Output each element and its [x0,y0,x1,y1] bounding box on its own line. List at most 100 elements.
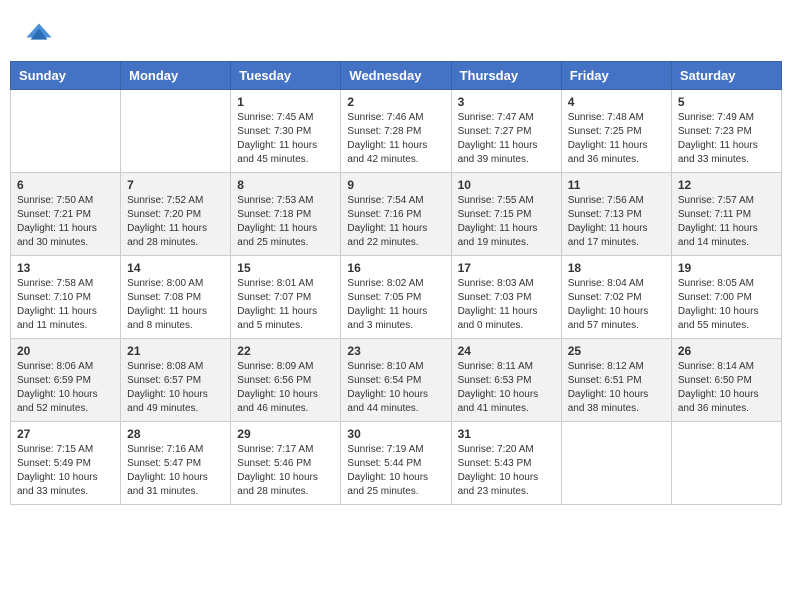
day-info: Sunrise: 7:53 AMSunset: 7:18 PMDaylight:… [237,194,334,250]
logo [25,20,57,48]
day-number: 18 [568,261,665,275]
day-info: Sunrise: 8:03 AMSunset: 7:03 PMDaylight:… [458,277,555,333]
day-info: Sunrise: 8:11 AMSunset: 6:53 PMDaylight:… [458,360,555,416]
calendar-cell: 13 Sunrise: 7:58 AMSunset: 7:10 PMDayligh… [11,256,121,339]
day-info: Sunrise: 7:19 AMSunset: 5:44 PMDaylight:… [347,443,444,499]
day-number: 22 [237,344,334,358]
calendar-cell: 4 Sunrise: 7:48 AMSunset: 7:25 PMDaylight… [561,90,671,173]
day-number: 30 [347,427,444,441]
calendar-cell: 12 Sunrise: 7:57 AMSunset: 7:11 PMDayligh… [671,173,781,256]
calendar-cell: 5Sunrise: 7:49 AMSunset: 7:23 PMDaylight… [671,90,781,173]
calendar-cell: 20 Sunrise: 8:06 AMSunset: 6:59 PMDayligh… [11,339,121,422]
day-info: Sunrise: 7:15 AMSunset: 5:49 PMDaylight:… [17,443,114,499]
day-info: Sunrise: 8:05 AMSunset: 7:00 PMDaylight:… [678,277,775,333]
day-number: 23 [347,344,444,358]
day-number: 31 [458,427,555,441]
day-number: 25 [568,344,665,358]
day-info: Sunrise: 8:12 AMSunset: 6:51 PMDaylight:… [568,360,665,416]
calendar-table: SundayMondayTuesdayWednesdayThursdayFrid… [10,61,782,505]
day-info: Sunrise: 8:14 AMSunset: 6:50 PMDaylight:… [678,360,775,416]
day-info: Sunrise: 7:20 AMSunset: 5:43 PMDaylight:… [458,443,555,499]
day-number: 27 [17,427,114,441]
calendar-header-saturday: Saturday [671,62,781,90]
day-number: 17 [458,261,555,275]
calendar-week-row: 1 Sunrise: 7:45 AMSunset: 7:30 PMDaylight… [11,90,782,173]
day-info: Sunrise: 8:01 AMSunset: 7:07 PMDaylight:… [237,277,334,333]
day-number: 12 [678,178,775,192]
calendar-cell: 22 Sunrise: 8:09 AMSunset: 6:56 PMDayligh… [231,339,341,422]
day-number: 29 [237,427,334,441]
day-number: 19 [678,261,775,275]
calendar-cell: 11 Sunrise: 7:56 AMSunset: 7:13 PMDayligh… [561,173,671,256]
day-number: 21 [127,344,224,358]
day-info: Sunrise: 8:09 AMSunset: 6:56 PMDaylight:… [237,360,334,416]
day-number: 28 [127,427,224,441]
calendar-cell: 25 Sunrise: 8:12 AMSunset: 6:51 PMDayligh… [561,339,671,422]
day-number: 3 [458,95,555,109]
calendar-cell: 31 Sunrise: 7:20 AMSunset: 5:43 PMDayligh… [451,422,561,505]
day-info: Sunrise: 7:50 AMSunset: 7:21 PMDaylight:… [17,194,114,250]
day-info: Sunrise: 8:02 AMSunset: 7:05 PMDaylight:… [347,277,444,333]
day-number: 6 [17,178,114,192]
day-info: Sunrise: 8:00 AMSunset: 7:08 PMDaylight:… [127,277,224,333]
calendar-cell: 29 Sunrise: 7:17 AMSunset: 5:46 PMDayligh… [231,422,341,505]
day-info: Sunrise: 7:54 AMSunset: 7:16 PMDaylight:… [347,194,444,250]
calendar-cell: 21 Sunrise: 8:08 AMSunset: 6:57 PMDayligh… [121,339,231,422]
calendar-week-row: 13 Sunrise: 7:58 AMSunset: 7:10 PMDayligh… [11,256,782,339]
calendar-cell [11,90,121,173]
day-info: Sunrise: 7:47 AMSunset: 7:27 PMDaylight:… [458,111,555,167]
calendar-cell [561,422,671,505]
day-number: 14 [127,261,224,275]
calendar-cell: 19 Sunrise: 8:05 AMSunset: 7:00 PMDayligh… [671,256,781,339]
day-info: Sunrise: 7:49 AMSunset: 7:23 PMDaylight:… [678,111,775,167]
day-number: 4 [568,95,665,109]
day-number: 9 [347,178,444,192]
day-number: 20 [17,344,114,358]
calendar-cell: 1 Sunrise: 7:45 AMSunset: 7:30 PMDaylight… [231,90,341,173]
calendar-cell: 30 Sunrise: 7:19 AMSunset: 5:44 PMDayligh… [341,422,451,505]
day-number: 1 [237,95,334,109]
calendar-week-row: 27 Sunrise: 7:15 AMSunset: 5:49 PMDayligh… [11,422,782,505]
calendar-cell: 14 Sunrise: 8:00 AMSunset: 7:08 PMDayligh… [121,256,231,339]
calendar-week-row: 6 Sunrise: 7:50 AMSunset: 7:21 PMDaylight… [11,173,782,256]
calendar-cell: 9 Sunrise: 7:54 AMSunset: 7:16 PMDaylight… [341,173,451,256]
day-info: Sunrise: 7:56 AMSunset: 7:13 PMDaylight:… [568,194,665,250]
calendar-header-monday: Monday [121,62,231,90]
day-number: 26 [678,344,775,358]
day-info: Sunrise: 7:46 AMSunset: 7:28 PMDaylight:… [347,111,444,167]
day-info: Sunrise: 7:17 AMSunset: 5:46 PMDaylight:… [237,443,334,499]
day-info: Sunrise: 8:08 AMSunset: 6:57 PMDaylight:… [127,360,224,416]
calendar-cell: 16 Sunrise: 8:02 AMSunset: 7:05 PMDayligh… [341,256,451,339]
calendar-cell: 18 Sunrise: 8:04 AMSunset: 7:02 PMDayligh… [561,256,671,339]
calendar-header-tuesday: Tuesday [231,62,341,90]
day-number: 15 [237,261,334,275]
calendar-cell: 8Sunrise: 7:53 AMSunset: 7:18 PMDaylight… [231,173,341,256]
day-number: 13 [17,261,114,275]
day-info: Sunrise: 8:06 AMSunset: 6:59 PMDaylight:… [17,360,114,416]
calendar-cell: 15 Sunrise: 8:01 AMSunset: 7:07 PMDayligh… [231,256,341,339]
day-info: Sunrise: 7:57 AMSunset: 7:11 PMDaylight:… [678,194,775,250]
calendar-cell: 3 Sunrise: 7:47 AMSunset: 7:27 PMDaylight… [451,90,561,173]
day-number: 10 [458,178,555,192]
calendar-cell: 10 Sunrise: 7:55 AMSunset: 7:15 PMDayligh… [451,173,561,256]
day-number: 24 [458,344,555,358]
day-info: Sunrise: 8:04 AMSunset: 7:02 PMDaylight:… [568,277,665,333]
day-info: Sunrise: 7:55 AMSunset: 7:15 PMDaylight:… [458,194,555,250]
calendar-cell: 2 Sunrise: 7:46 AMSunset: 7:28 PMDaylight… [341,90,451,173]
day-number: 16 [347,261,444,275]
day-number: 2 [347,95,444,109]
day-info: Sunrise: 7:58 AMSunset: 7:10 PMDaylight:… [17,277,114,333]
calendar-header-sunday: Sunday [11,62,121,90]
day-info: Sunrise: 7:52 AMSunset: 7:20 PMDaylight:… [127,194,224,250]
day-info: Sunrise: 7:45 AMSunset: 7:30 PMDaylight:… [237,111,334,167]
calendar-cell: 28 Sunrise: 7:16 AMSunset: 5:47 PMDayligh… [121,422,231,505]
calendar-cell: 27 Sunrise: 7:15 AMSunset: 5:49 PMDayligh… [11,422,121,505]
calendar-cell: 23 Sunrise: 8:10 AMSunset: 6:54 PMDayligh… [341,339,451,422]
day-number: 11 [568,178,665,192]
page-header [10,10,782,53]
calendar-cell [671,422,781,505]
day-number: 7 [127,178,224,192]
day-info: Sunrise: 7:48 AMSunset: 7:25 PMDaylight:… [568,111,665,167]
day-info: Sunrise: 7:16 AMSunset: 5:47 PMDaylight:… [127,443,224,499]
day-info: Sunrise: 8:10 AMSunset: 6:54 PMDaylight:… [347,360,444,416]
